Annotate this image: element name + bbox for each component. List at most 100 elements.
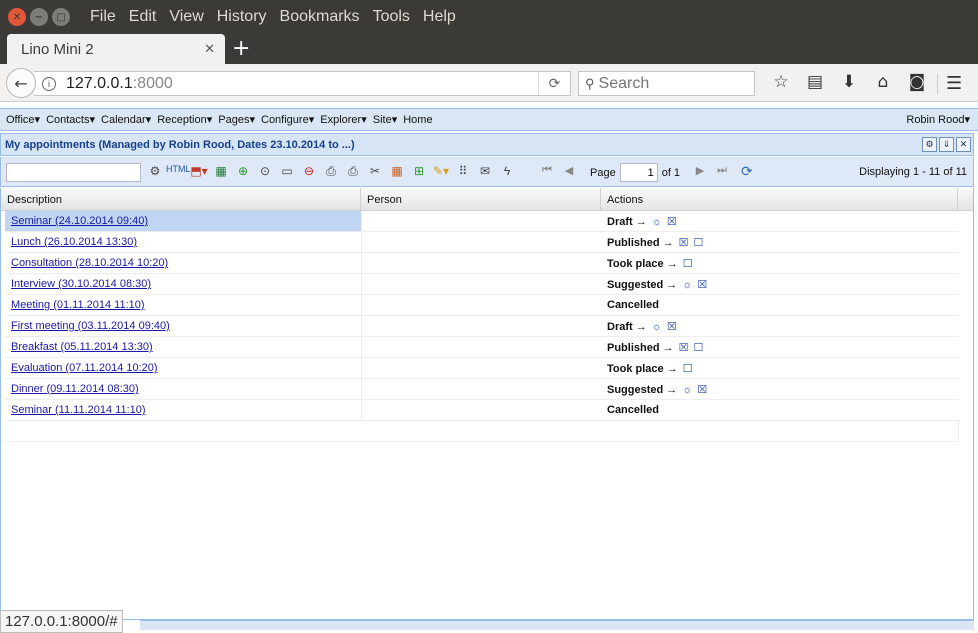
appmenu-pages[interactable]: Pages▾ [218,113,255,126]
appointment-link[interactable]: Dinner (09.11.2014 08:30) [11,383,139,395]
appointment-link[interactable]: Breakfast (05.11.2014 13:30) [11,341,153,353]
menu-history[interactable]: History [217,8,267,26]
appmenu-site[interactable]: Site▾ [373,113,398,126]
checkbox-action-icon[interactable]: ☐ [683,258,693,270]
new-tab-icon[interactable]: + [232,36,250,61]
menu-tools[interactable]: Tools [373,8,410,26]
pdf-icon[interactable]: ⬒▾ [188,164,210,179]
column-header-actions[interactable]: Actions [601,188,958,210]
sun-action-icon[interactable]: ☼ [682,279,692,291]
appmenu-office[interactable]: Office▾ [6,113,40,126]
next-page-icon[interactable]: ▶ [689,164,711,177]
table-row[interactable]: Meeting (01.11.2014 11:10) Cancelled [5,295,959,316]
appointment-link[interactable]: First meeting (03.11.2014 09:40) [11,320,170,332]
menu-file[interactable]: File [90,8,116,26]
table-row[interactable]: Seminar (24.10.2014 09:40) Draft → ☼ ☒ [5,211,959,232]
appmenu-contacts[interactable]: Contacts▾ [46,113,95,126]
email-icon[interactable]: ✉ [474,164,496,179]
form-icon[interactable]: ▭ [276,164,298,179]
menu-view[interactable]: View [169,8,203,26]
appointment-link[interactable]: Meeting (01.11.2014 11:10) [11,299,145,311]
appointment-link[interactable]: Evaluation (07.11.2014 10:20) [11,362,158,374]
download-icon[interactable]: ⬇ [832,72,866,92]
appointment-link[interactable]: Seminar (11.11.2014 11:10) [11,404,146,416]
home-icon[interactable]: ⌂ [866,72,900,92]
cancel-action-icon[interactable]: ☒ [667,216,677,228]
table-row[interactable]: Consultation (28.10.2014 10:20) Took plac… [5,253,959,274]
quick-filter-input[interactable] [6,163,141,182]
prev-page-icon[interactable]: ◀ [558,164,580,177]
menu-edit[interactable]: Edit [129,8,157,26]
table-row[interactable]: Dinner (09.11.2014 08:30) Suggested → ☼ ☒ [5,379,959,400]
print-preview-icon[interactable]: ⎙ [342,164,364,179]
description-cell: Meeting (01.11.2014 11:10) [5,295,361,315]
pin-icon[interactable]: ⇓ [939,137,954,152]
html-export-icon[interactable]: HTML [166,164,191,179]
column-header-description[interactable]: Description [1,188,361,210]
url-bar[interactable]: i 127.0.0.1:8000 ⟳ [34,71,571,96]
excel-icon[interactable]: ▦ [210,164,232,179]
refresh-icon[interactable]: ⟳ [741,163,753,180]
detail-icon[interactable]: ⊙ [254,164,276,179]
user-menu[interactable]: Robin Rood▾ [906,113,970,126]
browser-tab[interactable]: Lino Mini 2 ✕ [7,34,225,64]
cut-icon[interactable]: ✂ [364,164,386,179]
pocket-icon[interactable]: ◙ [900,72,934,92]
page-number-input[interactable] [619,163,658,182]
column-header-person[interactable]: Person [361,188,601,210]
print-icon[interactable]: ⎙ [320,164,342,179]
minimize-window-icon[interactable]: − [30,8,48,26]
appmenu-explorer[interactable]: Explorer▾ [320,113,367,126]
menu-help[interactable]: Help [423,8,456,26]
close-window-icon[interactable]: ✕ [8,8,26,26]
search-box[interactable]: ⚲ [578,71,755,96]
cancel-action-icon[interactable]: ☒ [679,342,689,354]
table-row[interactable]: Evaluation (07.11.2014 10:20) Took place … [5,358,959,379]
info-icon[interactable]: i [42,76,56,91]
appointment-link[interactable]: Lunch (26.10.2014 13:30) [11,236,137,248]
last-page-icon[interactable]: ⏭ [711,164,733,177]
grip-icon[interactable]: ⠿ [452,164,474,179]
appmenu-home[interactable]: Home [403,114,432,126]
checkbox-action-icon[interactable]: ☐ [683,363,693,375]
insert-icon[interactable]: ⊕ [232,164,254,179]
sun-action-icon[interactable]: ☼ [682,384,692,396]
appmenu-calendar[interactable]: Calendar▾ [101,113,151,126]
broom-icon[interactable]: ✎▾ [430,164,452,179]
hamburger-menu-icon[interactable]: ☰ [946,73,962,94]
back-button[interactable]: ← [6,68,36,98]
menu-bookmarks[interactable]: Bookmarks [280,8,360,26]
search-input[interactable] [598,74,739,93]
lightning-icon[interactable]: ϟ [496,164,518,179]
reload-icon[interactable]: ⟳ [538,72,570,95]
appointment-link[interactable]: Interview (30.10.2014 08:30) [11,278,151,290]
cancel-action-icon[interactable]: ☒ [679,237,689,249]
sun-action-icon[interactable]: ☼ [652,216,662,228]
checkbox-action-icon[interactable]: ☐ [694,342,704,354]
appmenu-configure[interactable]: Configure▾ [261,113,314,126]
checkbox-action-icon[interactable]: ☐ [694,237,704,249]
first-page-icon[interactable]: ⏮ [536,164,558,177]
table-row[interactable]: Breakfast (05.11.2014 13:30) Published → ☒… [5,337,959,358]
appointment-link[interactable]: Consultation (28.10.2014 10:20) [11,257,168,269]
settings-icon[interactable]: ⚙ [144,164,166,179]
close-tab-icon[interactable]: ✕ [204,41,215,57]
delete-icon[interactable]: ⊖ [298,164,320,179]
cancel-action-icon[interactable]: ☒ [697,279,707,291]
appmenu-reception[interactable]: Reception▾ [157,113,212,126]
sun-action-icon[interactable]: ☼ [652,321,662,333]
cancel-action-icon[interactable]: ☒ [667,321,677,333]
table-row[interactable]: Lunch (26.10.2014 13:30) Published → ☒ ☐ [5,232,959,253]
table-row[interactable]: First meeting (03.11.2014 09:40) Draft → ☼… [5,316,959,337]
table-row[interactable]: Seminar (11.11.2014 11:10) Cancelled [5,400,959,421]
maximize-window-icon[interactable]: □ [52,8,70,26]
add-document-icon[interactable]: ⊞ [408,164,430,179]
gear-icon[interactable]: ⚙ [922,137,937,152]
bookmark-star-icon[interactable]: ☆ [764,72,798,92]
reading-list-icon[interactable]: ▤ [798,72,832,92]
close-icon[interactable]: ✕ [956,137,971,152]
appointment-link[interactable]: Seminar (24.10.2014 09:40) [11,215,148,227]
calendar-icon[interactable]: ▦ [386,164,408,179]
table-row[interactable]: Interview (30.10.2014 08:30) Suggested → ☼… [5,274,959,295]
cancel-action-icon[interactable]: ☒ [697,384,707,396]
